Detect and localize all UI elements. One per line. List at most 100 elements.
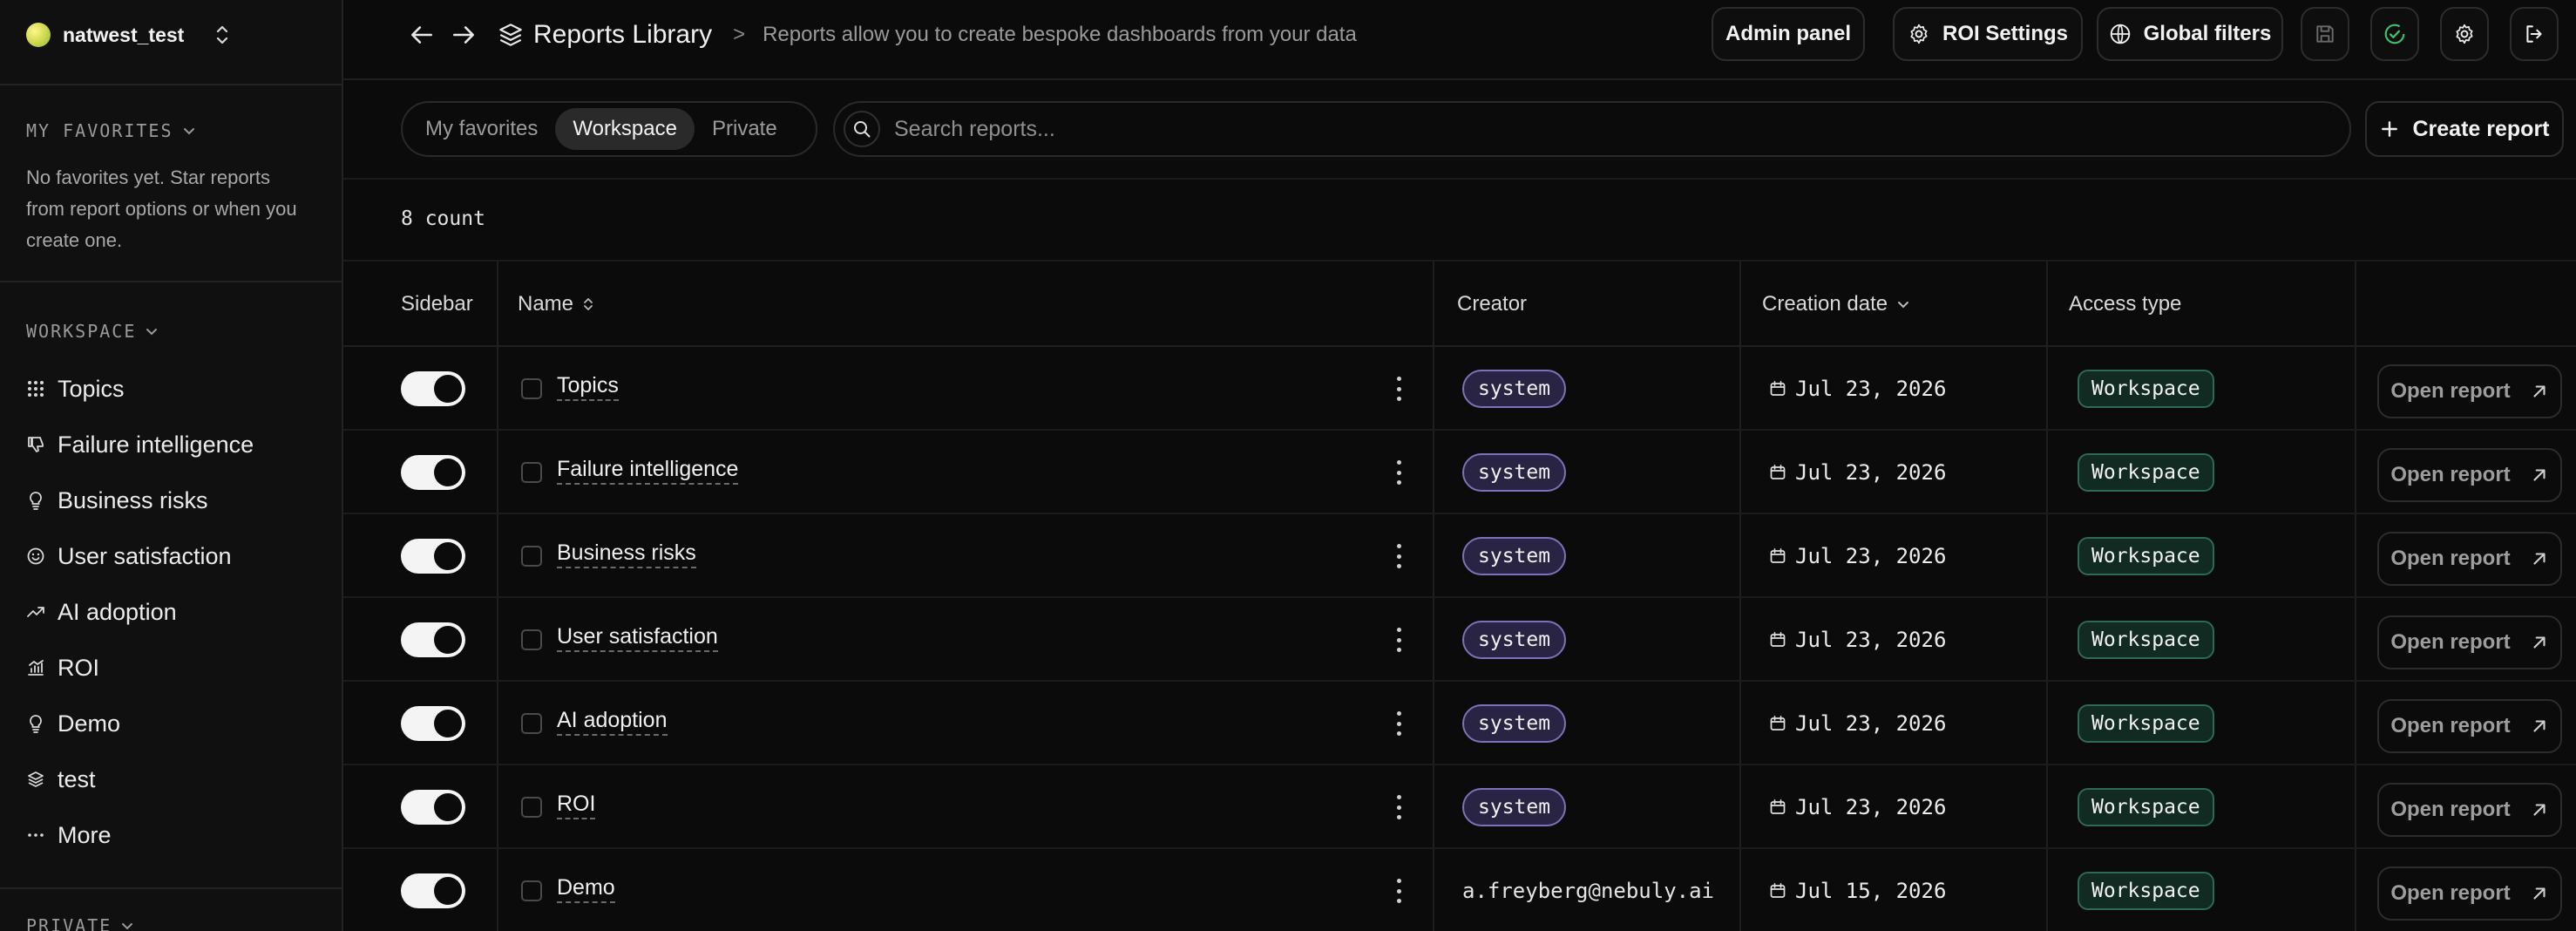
access-type-badge: Workspace [2078, 621, 2214, 659]
external-arrow-icon [2533, 553, 2545, 565]
tab-private[interactable]: Private [695, 108, 795, 150]
global-filters-button[interactable]: Global filters [2097, 7, 2283, 61]
more-dots-icon [28, 833, 44, 837]
settings-button[interactable] [2440, 7, 2489, 61]
sidebar-toggle[interactable] [401, 371, 465, 406]
open-report-button[interactable]: Open report [2377, 532, 2562, 586]
creation-date-text: Jul 23, 2026 [1795, 460, 1947, 485]
sidebar-item-ai-adoption[interactable]: AI adoption [26, 595, 177, 629]
row-options-icon[interactable] [1393, 708, 1405, 739]
row-options-icon[interactable] [1393, 792, 1405, 823]
lightbulb-icon [30, 715, 42, 733]
gear-icon [2456, 24, 2473, 44]
row-checkbox[interactable] [521, 797, 542, 818]
calendar-icon [1770, 632, 1786, 647]
roi-settings-button[interactable]: ROI Settings [1893, 7, 2083, 61]
access-type-badge: Workspace [2078, 872, 2214, 910]
report-name-link[interactable]: ROI [557, 792, 596, 819]
row-options-icon[interactable] [1393, 540, 1405, 572]
open-report-button[interactable]: Open report [2377, 783, 2562, 837]
back-arrow-icon[interactable] [406, 19, 437, 51]
report-name-link[interactable]: Topics [557, 373, 619, 401]
open-report-button[interactable]: Open report [2377, 615, 2562, 669]
open-report-button[interactable]: Open report [2377, 699, 2562, 753]
open-report-button[interactable]: Open report [2377, 364, 2562, 418]
row-checkbox[interactable] [521, 880, 542, 901]
creation-date: Jul 23, 2026 [1769, 790, 1946, 825]
row-checkbox[interactable] [521, 462, 542, 483]
private-section-toggle[interactable]: PRIVATE [26, 915, 134, 931]
row-checkbox[interactable] [521, 546, 542, 567]
layers-icon [499, 24, 522, 46]
access-type-badge: Workspace [2078, 704, 2214, 743]
chevron-up-down-icon [214, 24, 231, 46]
external-arrow-icon [2533, 720, 2545, 732]
sidebar-item-demo[interactable]: Demo [26, 706, 120, 741]
trend-up-icon [27, 607, 44, 617]
report-name-link[interactable]: Demo [557, 875, 615, 903]
sidebar-item-test[interactable]: test [26, 762, 96, 797]
favorites-section-toggle[interactable]: MY FAVORITES [26, 120, 196, 141]
sidebar-toggle[interactable] [401, 622, 465, 657]
sidebar-item-user-satisfaction[interactable]: User satisfaction [26, 539, 232, 574]
report-name-link[interactable]: Failure intelligence [557, 457, 739, 485]
open-report-label: Open report [2390, 798, 2511, 821]
search-input[interactable] [894, 116, 2288, 142]
sidebar-item-more[interactable]: More [26, 818, 112, 853]
sidebar-item-topics[interactable]: Topics [26, 371, 125, 406]
column-header-sidebar: Sidebar [401, 262, 473, 347]
sidebar-item-label: AI adoption [58, 598, 177, 625]
open-report-label: Open report [2390, 881, 2511, 905]
row-checkbox[interactable] [521, 629, 542, 650]
table-row: AI adoption system Jul 23, 2026 Workspace Op… [343, 682, 2576, 765]
sidebar-toggle[interactable] [401, 790, 465, 825]
row-options-icon[interactable] [1393, 373, 1405, 404]
search-icon [844, 111, 880, 147]
workspace-section-toggle[interactable]: WORKSPACE [26, 321, 159, 342]
column-header-access-type: Access type [2069, 262, 2181, 347]
sidebar-divider [0, 281, 342, 282]
admin-panel-button[interactable]: Admin panel [1712, 7, 1865, 61]
column-header-name[interactable]: Name [518, 262, 594, 347]
create-report-button[interactable]: Create report [2365, 101, 2564, 157]
creation-date-text: Jul 23, 2026 [1795, 711, 1947, 736]
tab-workspace[interactable]: Workspace [555, 108, 695, 150]
tab-my-favorites[interactable]: My favorites [408, 108, 555, 150]
table-header: Sidebar Name Creator Creation date Acces… [343, 262, 2576, 347]
open-report-button[interactable]: Open report [2377, 866, 2562, 921]
sidebar-toggle[interactable] [401, 539, 465, 574]
workspace-switcher[interactable]: natwest_test [26, 19, 231, 51]
chevron-down-icon [122, 923, 133, 930]
row-checkbox[interactable] [521, 378, 542, 399]
creation-date: Jul 15, 2026 [1769, 873, 1946, 908]
report-name-link[interactable]: Business risks [557, 540, 696, 568]
row-options-icon[interactable] [1393, 624, 1405, 656]
sidebar: natwest_test MY FAVORITES No favorites y… [0, 0, 343, 931]
sidebar-item-label: test [58, 765, 96, 792]
column-header-creation-date[interactable]: Creation date [1762, 262, 1910, 347]
open-report-button[interactable]: Open report [2377, 448, 2562, 502]
report-name-link[interactable]: AI adoption [557, 708, 668, 736]
save-button[interactable] [2301, 7, 2349, 61]
table-row: Topics system Jul 23, 2026 Workspace Open re… [343, 347, 2576, 431]
table-row: Failure intelligence system Jul 23, 2026 Wo… [343, 431, 2576, 514]
sidebar-item-failure-intelligence[interactable]: Failure intelligence [26, 427, 254, 462]
external-arrow-icon [2533, 385, 2545, 398]
logout-button[interactable] [2510, 7, 2559, 61]
results-count-bar: 8 count [343, 178, 2576, 262]
creator-badge: system [1462, 370, 1567, 408]
sidebar-toggle[interactable] [401, 706, 465, 741]
row-checkbox[interactable] [521, 713, 542, 734]
status-check-button[interactable] [2370, 7, 2419, 61]
calendar-icon [1770, 883, 1786, 898]
favorites-section-title: MY FAVORITES [26, 120, 173, 141]
sidebar-item-business-risks[interactable]: Business risks [26, 483, 208, 518]
sidebar-toggle[interactable] [401, 873, 465, 908]
row-options-icon[interactable] [1393, 875, 1405, 907]
sidebar-item-roi[interactable]: ROI [26, 650, 99, 685]
creation-date: Jul 23, 2026 [1769, 706, 1946, 741]
row-options-icon[interactable] [1393, 457, 1405, 488]
report-name-link[interactable]: User satisfaction [557, 624, 718, 652]
sidebar-toggle[interactable] [401, 455, 465, 490]
forward-arrow-icon[interactable] [448, 19, 479, 51]
